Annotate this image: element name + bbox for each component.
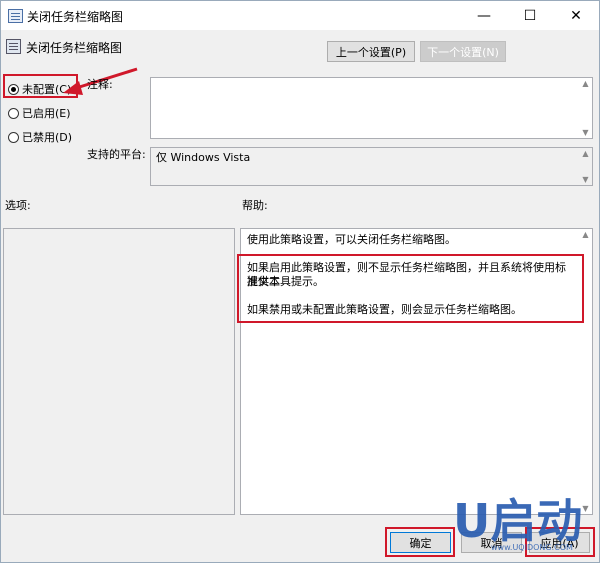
options-label: 选项: xyxy=(5,199,31,212)
options-pane xyxy=(3,228,235,515)
policy-title: 关闭任务栏缩略图 xyxy=(26,41,123,55)
platform-value: 仅 Windows Vista xyxy=(156,151,251,164)
comment-textarea[interactable]: ▲ ▼ xyxy=(150,77,593,139)
highlight-box-ok xyxy=(385,527,455,557)
scroll-up-icon[interactable]: ▲ xyxy=(581,79,590,88)
radio-button[interactable] xyxy=(8,107,19,119)
minimize-button[interactable]: — xyxy=(461,1,507,30)
watermark-logo: U启动 www.UQIDONG.COM xyxy=(453,494,583,552)
help-label: 帮助: xyxy=(242,199,268,212)
watermark-site: www.UQIDONG.COM xyxy=(491,543,573,552)
scroll-up-icon[interactable]: ▲ xyxy=(581,149,590,158)
platform-scrollbar[interactable]: ▲ ▼ xyxy=(579,148,592,185)
highlight-box-help xyxy=(237,254,584,323)
platform-label: 支持的平台: xyxy=(87,148,146,161)
radio-button[interactable] xyxy=(8,131,19,143)
comment-label: 注释: xyxy=(87,78,113,91)
platform-field: 仅 Windows Vista ▲ ▼ xyxy=(150,147,593,186)
policy-setting-icon xyxy=(6,39,21,54)
policy-dialog-window: 关闭任务栏缩略图 — ☐ ✕ 关闭任务栏缩略图 上一个设置(P) 下一个设置(N… xyxy=(0,0,600,563)
comment-scrollbar[interactable]: ▲ ▼ xyxy=(579,78,592,138)
title-bar[interactable]: 关闭任务栏缩略图 — ☐ ✕ xyxy=(1,1,599,30)
scroll-up-icon[interactable]: ▲ xyxy=(581,230,590,239)
watermark-brand: U启动 xyxy=(453,494,583,548)
previous-setting-button[interactable]: 上一个设置(P) xyxy=(327,41,415,62)
radio-label: 已禁用(D) xyxy=(22,131,73,144)
scroll-down-icon[interactable]: ▼ xyxy=(581,175,590,184)
maximize-button[interactable]: ☐ xyxy=(507,1,553,30)
policy-icon xyxy=(8,9,23,23)
radio-disabled[interactable]: 已禁用(D) xyxy=(8,129,72,145)
window-title: 关闭任务栏缩略图 xyxy=(27,10,124,24)
close-button[interactable]: ✕ xyxy=(553,1,599,30)
radio-label: 已启用(E) xyxy=(22,107,71,120)
next-setting-button[interactable]: 下一个设置(N) xyxy=(420,41,506,62)
scroll-down-icon[interactable]: ▼ xyxy=(581,128,590,137)
help-paragraph-1: 使用此策略设置，可以关闭任务栏缩略图。 xyxy=(247,233,456,246)
radio-enabled[interactable]: 已启用(E) xyxy=(8,105,71,121)
